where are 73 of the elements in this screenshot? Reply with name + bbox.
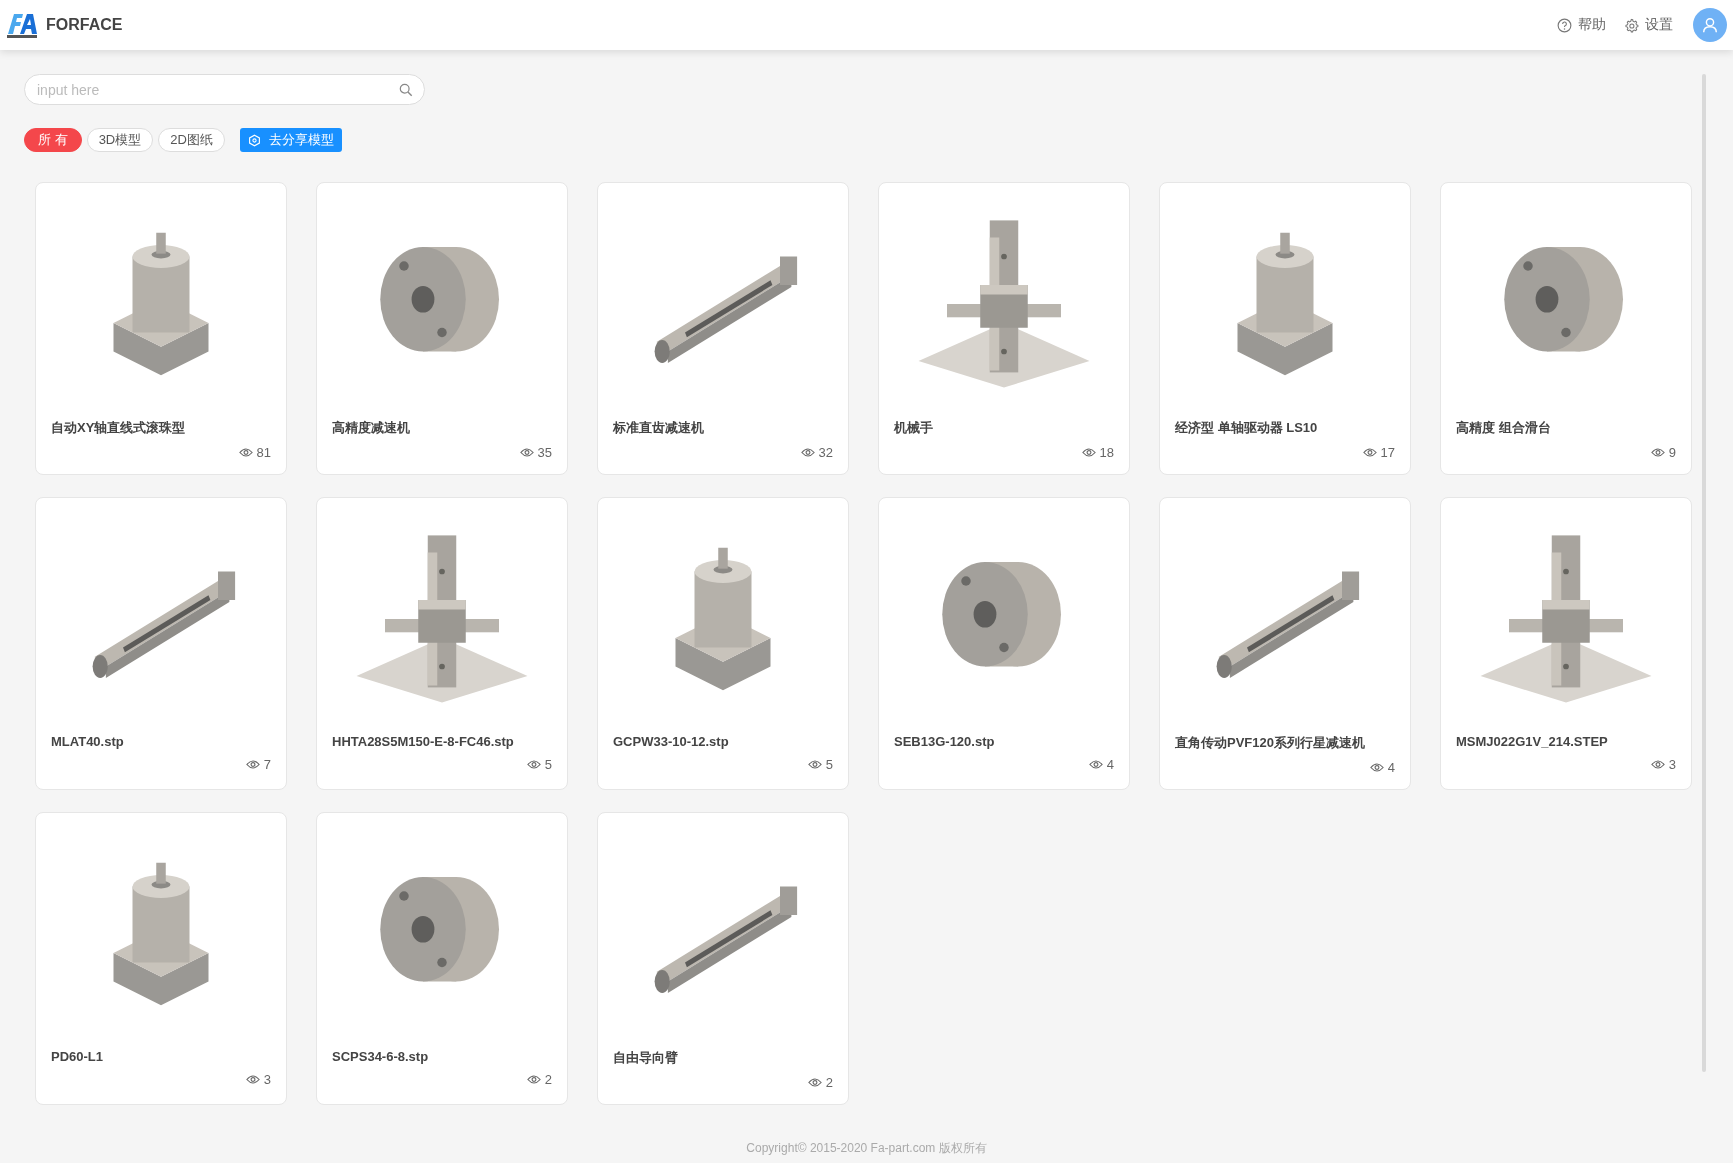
- eye-icon: [245, 759, 260, 770]
- view-count: 18: [1099, 445, 1114, 460]
- view-count: 7: [263, 757, 271, 772]
- model-title: 直角传动PVF120系列行星减速机: [1175, 734, 1366, 752]
- eye-icon: [1650, 447, 1665, 458]
- model-card[interactable]: 标准直齿减速机 32: [597, 182, 849, 475]
- view-count: 81: [256, 445, 271, 460]
- model-title: MLAT40.stp: [51, 734, 125, 749]
- search-icon[interactable]: [399, 83, 413, 97]
- model-title: SEB13G-120.stp: [894, 734, 996, 749]
- eye-icon: [526, 759, 541, 770]
- eye-icon: [807, 1077, 822, 1088]
- eye-icon: [519, 447, 534, 458]
- model-title: GCPW33-10-12.stp: [613, 734, 730, 749]
- model-card[interactable]: MLAT40.stp 7: [35, 497, 287, 790]
- model-card[interactable]: 自动XY轴直线式滚珠型 81: [35, 182, 287, 475]
- view-count: 2: [544, 1072, 552, 1087]
- header-link[interactable]: 帮助: [1557, 16, 1606, 34]
- view-count: 5: [825, 757, 833, 772]
- settings-icon[interactable]: [1624, 17, 1639, 33]
- model-card[interactable]: SEB13G-120.stp 4: [878, 497, 1130, 790]
- view-count: 4: [1106, 757, 1114, 772]
- view-count: 17: [1380, 445, 1395, 460]
- model-card[interactable]: 高精度 组合滑台 9: [1440, 182, 1692, 475]
- model-card[interactable]: HHTA28S5M150-E-8-FC46.stp 5: [316, 497, 568, 790]
- model-title: 自动XY轴直线式滚珠型: [51, 419, 187, 437]
- model-title: HHTA28S5M150-E-8-FC46.stp: [332, 734, 515, 749]
- model-title: 标准直齿减速机: [613, 419, 705, 437]
- model-title: 高精度 组合滑台: [1456, 419, 1552, 437]
- eye-icon: [800, 447, 815, 458]
- eye-icon: [1081, 447, 1096, 458]
- eye-icon: [526, 1074, 541, 1085]
- model-card[interactable]: GCPW33-10-12.stp 5: [597, 497, 849, 790]
- model-title: PD60-L1: [51, 1049, 105, 1064]
- view-count: 3: [1668, 757, 1676, 772]
- model-card[interactable]: PD60-L1 3: [35, 812, 287, 1105]
- copyright-text: Copyright© 2015-2020 Fa-part.com 版权所有: [745, 1140, 988, 1157]
- model-title: 机械手: [894, 419, 934, 437]
- view-count: 2: [825, 1075, 833, 1090]
- eye-icon: [807, 759, 822, 770]
- header-link[interactable]: 设置: [1624, 16, 1673, 34]
- model-title: MSMJ022G1V_214.STEP: [1456, 734, 1609, 749]
- eye-icon: [1362, 447, 1377, 458]
- eye-icon: [1088, 759, 1103, 770]
- eye-icon: [1369, 762, 1384, 773]
- avatar-icon[interactable]: [1693, 8, 1727, 42]
- model-title: 经济型 单轴驱动器 LS10: [1175, 419, 1319, 437]
- view-count: 32: [818, 445, 833, 460]
- model-card[interactable]: MSMJ022G1V_214.STEP 3: [1440, 497, 1692, 790]
- model-title: SCPS34-6-8.stp: [332, 1049, 430, 1064]
- model-card[interactable]: 高精度减速机 35: [316, 182, 568, 475]
- model-card[interactable]: 机械手 18: [878, 182, 1130, 475]
- brand-name: FORFACE: [46, 16, 123, 34]
- cube-icon: [247, 133, 261, 147]
- eye-icon: [245, 1074, 260, 1085]
- view-count: 3: [263, 1072, 271, 1087]
- model-card[interactable]: SCPS34-6-8.stp 2: [316, 812, 568, 1105]
- model-card[interactable]: 直角传动PVF120系列行星减速机 4: [1159, 497, 1411, 790]
- search-field[interactable]: input here: [24, 74, 425, 105]
- view-count: 4: [1387, 760, 1395, 775]
- filter-tab[interactable]: 2D图纸: [158, 128, 225, 152]
- filter-tab[interactable]: 所 有: [24, 128, 82, 152]
- filter-tab[interactable]: 3D模型: [86, 128, 154, 152]
- model-title: 自由导向臂: [613, 1049, 679, 1067]
- view-count: 5: [544, 757, 552, 772]
- model-card[interactable]: 自由导向臂 2: [597, 812, 849, 1105]
- help-icon[interactable]: [1557, 17, 1572, 33]
- view-count: 35: [537, 445, 552, 460]
- eye-icon: [1650, 759, 1665, 770]
- model-card[interactable]: 经济型 单轴驱动器 LS10 17: [1159, 182, 1411, 475]
- eye-icon: [238, 447, 253, 458]
- model-title: 高精度减速机: [332, 419, 411, 437]
- view-count: 9: [1668, 445, 1676, 460]
